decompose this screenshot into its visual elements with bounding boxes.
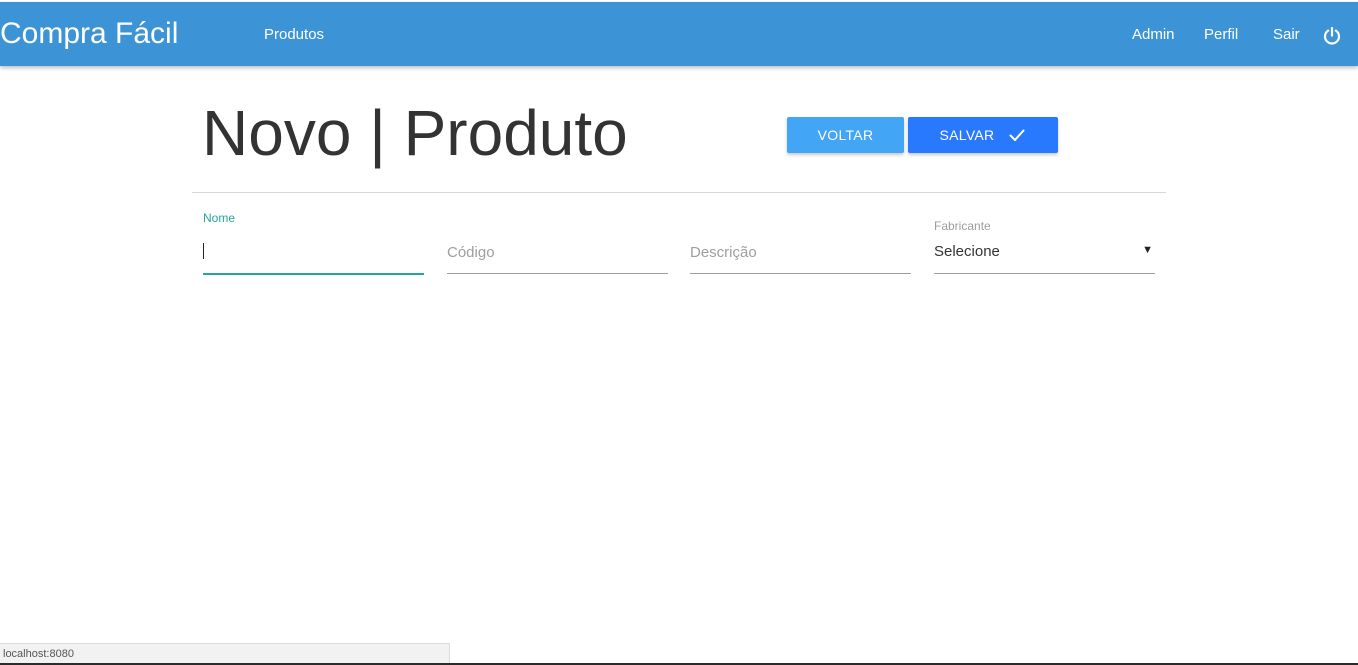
- fabricante-label: Fabricante: [934, 219, 991, 233]
- browser-status-bar: localhost:8080: [0, 643, 450, 665]
- page: Compra Fácil Produtos Admin Perfil Sair …: [0, 0, 1358, 665]
- brand-logo[interactable]: Compra Fácil: [0, 16, 178, 52]
- codigo-underline: [447, 273, 668, 274]
- fabricante-select[interactable]: Fabricante Selecione ▼: [934, 210, 1155, 274]
- fabricante-selected-value[interactable]: Selecione: [934, 243, 1000, 260]
- descricao-field[interactable]: [690, 210, 911, 274]
- page-title: Novo | Produto: [202, 97, 628, 169]
- nav-link-admin[interactable]: Admin: [1132, 26, 1175, 44]
- descricao-underline: [690, 273, 911, 274]
- nome-label: Nome: [203, 211, 236, 225]
- nav-link-produtos[interactable]: Produtos: [264, 26, 324, 44]
- codigo-input[interactable]: [447, 240, 668, 264]
- voltar-button[interactable]: VOLTAR: [787, 117, 904, 153]
- check-icon: [1009, 129, 1025, 141]
- power-icon[interactable]: [1322, 26, 1342, 46]
- top-navbar: Compra Fácil Produtos Admin Perfil Sair: [0, 2, 1358, 66]
- nav-link-sair[interactable]: Sair: [1273, 26, 1300, 44]
- salvar-button[interactable]: SALVAR: [908, 117, 1058, 153]
- text-cursor: [203, 243, 204, 259]
- nome-underline: [203, 273, 424, 275]
- fabricante-underline: [934, 273, 1155, 274]
- caret-down-icon[interactable]: ▼: [1142, 244, 1153, 256]
- nome-field[interactable]: Nome: [203, 210, 424, 275]
- descricao-input[interactable]: [690, 240, 911, 264]
- voltar-button-label: VOLTAR: [817, 127, 874, 143]
- nav-link-perfil[interactable]: Perfil: [1204, 26, 1238, 44]
- salvar-button-label: SALVAR: [939, 127, 995, 143]
- codigo-field[interactable]: [447, 210, 668, 274]
- header-divider: [192, 192, 1166, 193]
